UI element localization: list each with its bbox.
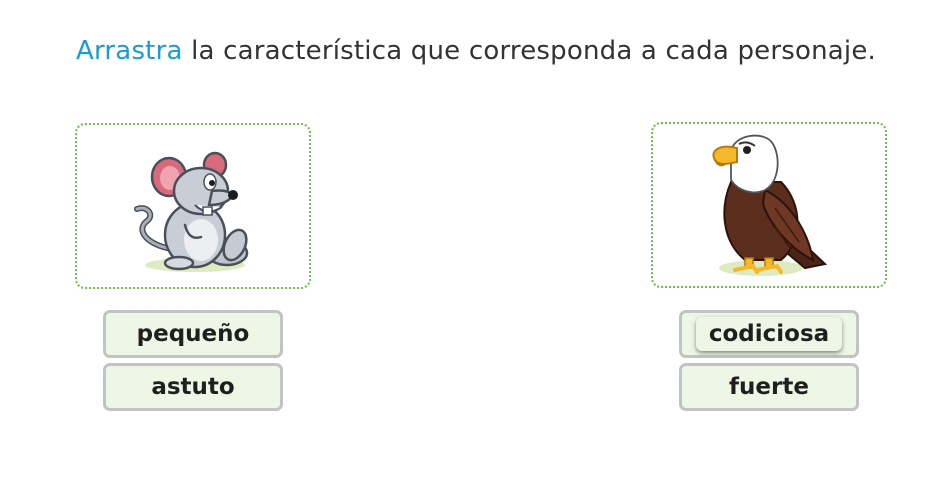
drop-slot-mouse-1[interactable]: pequeño	[103, 310, 283, 358]
instruction-text: Arrastra la característica que correspon…	[0, 36, 952, 66]
mouse-illustration	[134, 151, 249, 272]
activity-stage: Arrastra la característica que correspon…	[0, 0, 952, 493]
drop-slot-mouse-2[interactable]: astuto	[103, 363, 283, 411]
eagle-illustration	[712, 134, 828, 276]
drop-slot-eagle-1[interactable]: codiciosa	[679, 310, 859, 358]
instruction-rest: la característica que corresponda a cada…	[182, 36, 876, 66]
word-chip-astuto[interactable]: astuto	[151, 374, 234, 400]
character-card-mouse[interactable]	[75, 123, 311, 289]
word-chip-fuerte[interactable]: fuerte	[729, 374, 809, 400]
drop-slot-eagle-2[interactable]: fuerte	[679, 363, 859, 411]
word-chip-codiciosa[interactable]: codiciosa	[696, 317, 842, 351]
word-chip-pequeno[interactable]: pequeño	[137, 321, 250, 347]
instruction-verb: Arrastra	[76, 36, 183, 66]
character-card-eagle[interactable]	[651, 122, 887, 288]
